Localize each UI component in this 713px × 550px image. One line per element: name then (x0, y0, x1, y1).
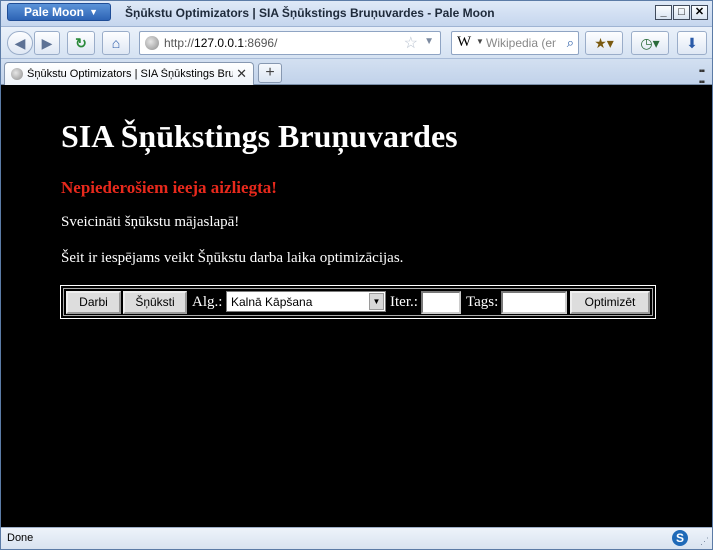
tab-label: Šņūkstu Optimizators | SIA Šņūkstings Br… (27, 68, 233, 80)
app-menu-label: Pale Moon (24, 5, 85, 19)
snuksti-button[interactable]: Šņūksti (123, 291, 187, 314)
optimizer-form: Darbi Šņūksti Alg.: Kalnā Kāpšana ▼ Iter… (60, 285, 656, 319)
search-engine-dropdown-icon[interactable]: ▼ (476, 37, 484, 46)
url-text: http://127.0.0.1:8696/ (164, 36, 278, 50)
new-tab-button[interactable]: + (258, 63, 282, 83)
minimize-button[interactable]: _ (655, 5, 672, 20)
alg-label: Alg.: (192, 294, 223, 310)
darbi-button[interactable]: Darbi (66, 291, 121, 314)
tab-favicon-icon (11, 68, 23, 80)
addon-s-icon[interactable]: S (672, 530, 688, 546)
download-arrow-icon: ⬇ (686, 35, 698, 51)
tab-active[interactable]: Šņūkstu Optimizators | SIA Šņūkstings Br… (4, 62, 254, 85)
reload-icon: ↻ (75, 35, 87, 51)
tags-label: Tags: (466, 294, 499, 310)
status-bar: Done S ⋰ (1, 527, 712, 549)
app-menu-button[interactable]: Pale Moon ▼ (7, 3, 111, 21)
algorithm-select[interactable]: Kalnā Kāpšana ▼ (226, 291, 386, 312)
url-dropdown-icon[interactable]: ▼ (424, 36, 434, 47)
home-icon: ⌂ (111, 35, 121, 51)
page-title: SIA Šņūkstings Bruņuvardes (61, 118, 458, 154)
wikipedia-icon[interactable]: W (457, 34, 471, 51)
home-button[interactable]: ⌂ (102, 31, 130, 55)
search-icon[interactable]: ⌕ (567, 35, 574, 51)
description-text: Šeit ir iespējams veikt Šņūkstu darba la… (61, 250, 404, 266)
window-controls: _ □ ✕ (655, 5, 708, 20)
title-bar: Pale Moon ▼ Šņūkstu Optimizators | SIA Š… (1, 1, 712, 27)
forward-button[interactable]: ▶ (34, 31, 60, 55)
warning-text: Nepiederošiem ieeja aizliegta! (61, 178, 277, 197)
tags-input[interactable] (501, 291, 567, 314)
iter-label: Iter.: (390, 294, 418, 310)
algorithm-selected-value: Kalnā Kāpšana (231, 295, 313, 309)
maximize-button[interactable]: □ (673, 5, 690, 20)
tab-close-icon[interactable]: ✕ (236, 66, 247, 82)
bookmarks-icon: ★▾ (594, 35, 614, 51)
reload-button[interactable]: ↻ (67, 31, 95, 55)
forward-arrow-icon: ▶ (41, 35, 53, 51)
browser-window: Pale Moon ▼ Šņūkstu Optimizators | SIA Š… (0, 0, 713, 550)
search-placeholder: Wikipedia (en) (486, 36, 556, 50)
optimize-button[interactable]: Optimizēt (570, 291, 650, 314)
greeting-text: Sveicināti šņūkstu mājaslapā! (61, 214, 240, 230)
site-identity-icon (145, 36, 159, 50)
resize-grip-icon[interactable]: ⋰ (700, 536, 709, 547)
chevron-down-icon[interactable]: ▼ (369, 293, 384, 310)
chevron-down-icon: ▼ (89, 7, 98, 17)
iter-input[interactable] (421, 291, 461, 314)
close-window-button[interactable]: ✕ (691, 5, 708, 20)
navigation-toolbar: ◀ ▶ ↻ ⌂ http://127.0.0.1:8696/ ☆ ▼ W ▼ W… (1, 27, 712, 59)
status-text: Done (7, 532, 34, 544)
tab-strip: Šņūkstu Optimizators | SIA Šņūkstings Br… (1, 59, 712, 88)
window-title: Šņūkstu Optimizators | SIA Šņūkstings Br… (125, 6, 495, 20)
address-bar[interactable]: http://127.0.0.1:8696/ ☆ ▼ (139, 31, 441, 55)
history-button[interactable]: ◷▾ (631, 31, 669, 55)
back-button[interactable]: ◀ (7, 31, 33, 55)
search-bar[interactable]: W ▼ Wikipedia (en) ⌕ (451, 31, 579, 55)
page-content: SIA Šņūkstings Bruņuvardes Nepiederošiem… (1, 85, 712, 527)
clock-icon: ◷▾ (640, 35, 660, 51)
bookmarks-button[interactable]: ★▾ (585, 31, 623, 55)
bookmark-star-icon[interactable]: ☆ (404, 33, 418, 53)
back-arrow-icon: ◀ (14, 35, 26, 51)
downloads-button[interactable]: ⬇ (677, 31, 707, 55)
